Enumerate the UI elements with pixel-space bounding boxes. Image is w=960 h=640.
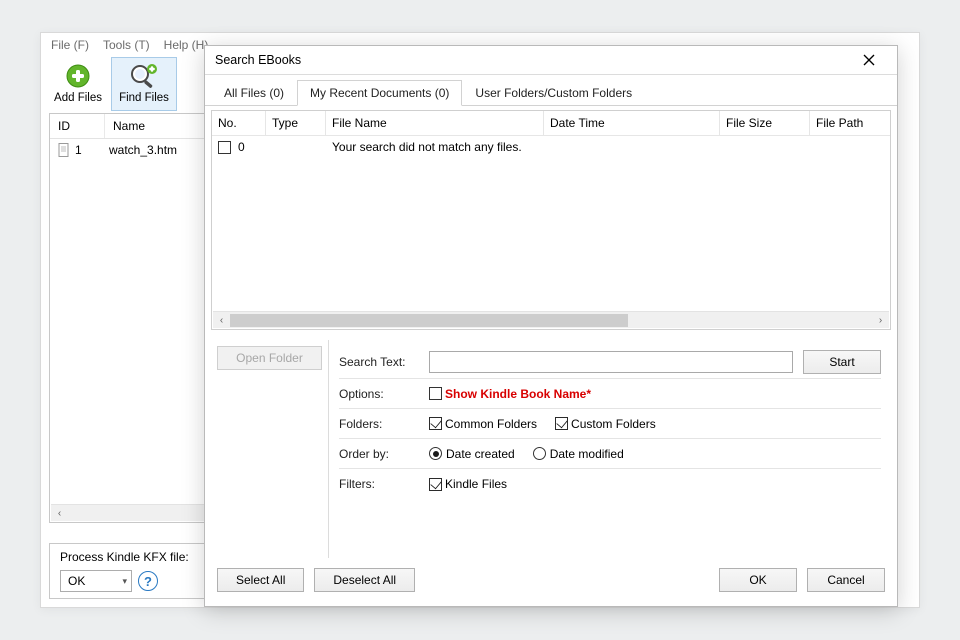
col-id[interactable]: ID [50,114,105,138]
results-table: No. Type File Name Date Time File Size F… [211,110,891,330]
options-row: Options: Show Kindle Book Name* [339,379,881,409]
search-label: Search Text: [339,355,429,369]
scroll-left-icon[interactable]: ‹ [213,312,230,329]
col-type[interactable]: Type [266,111,326,136]
cell-id: 1 [75,143,109,157]
results-message: Your search did not match any files. [326,136,726,158]
dialog-title: Search EBooks [215,53,301,67]
col-filename[interactable]: File Name [326,111,544,136]
cell-no: 0 [238,140,245,154]
scrollbar-thumb[interactable] [230,314,628,327]
col-no[interactable]: No. [212,111,266,136]
ok-button[interactable]: OK [719,568,797,592]
date-modified-label: Date modified [550,447,624,461]
find-files-label: Find Files [114,92,174,104]
custom-folders-label: Custom Folders [571,417,656,431]
start-button[interactable]: Start [803,350,881,374]
add-files-button[interactable]: Add Files [45,57,111,111]
close-button[interactable] [851,50,887,70]
tab-my-recent[interactable]: My Recent Documents (0) [297,80,462,106]
folders-label: Folders: [339,417,429,431]
tab-user-folders[interactable]: User Folders/Custom Folders [462,80,645,106]
dialog-buttons: Select All Deselect All OK Cancel [205,558,897,606]
help-button[interactable]: ? [138,571,158,591]
col-filepath[interactable]: File Path [810,111,890,136]
dialog-titlebar: Search EBooks [205,46,897,75]
results-scrollbar[interactable]: ‹ › [213,311,889,328]
common-folders-label: Common Folders [445,417,537,431]
document-icon [56,142,72,158]
search-ebooks-dialog: Search EBooks All Files (0) My Recent Do… [204,45,898,607]
show-kindle-label: Show Kindle Book Name* [445,387,591,401]
chevron-down-icon: ▾ [122,576,127,587]
date-created-option[interactable]: Date created [429,447,515,461]
filters-row: Filters: Kindle Files [339,469,881,499]
row-checkbox[interactable] [218,141,231,154]
date-modified-radio[interactable] [533,447,546,460]
kindle-files-checkbox[interactable] [429,478,442,491]
tabstrip: All Files (0) My Recent Documents (0) Us… [205,75,897,106]
folders-row: Folders: Common Folders Custom Folders [339,409,881,439]
results-row[interactable]: 0 Your search did not match any files. [212,136,890,158]
date-modified-option[interactable]: Date modified [533,447,624,461]
add-files-label: Add Files [48,92,108,104]
common-folders-checkbox[interactable] [429,417,442,430]
select-all-button[interactable]: Select All [217,568,304,592]
scroll-right-icon[interactable]: › [872,312,889,329]
date-created-radio[interactable] [429,447,442,460]
scroll-left-icon[interactable]: ‹ [51,505,68,522]
search-row: Search Text: Start [339,346,881,379]
custom-folders-checkbox[interactable] [555,417,568,430]
kfx-select-value: OK [68,574,85,588]
menu-file[interactable]: File (F) [45,35,95,55]
col-filesize[interactable]: File Size [720,111,810,136]
lower-section: Open Folder Search Text: Start Options: … [205,330,897,558]
find-files-button[interactable]: Find Files [111,57,177,111]
common-folders-option[interactable]: Common Folders [429,417,537,431]
deselect-all-button[interactable]: Deselect All [314,568,415,592]
tab-all-files[interactable]: All Files (0) [211,80,297,106]
orderby-label: Order by: [339,447,429,461]
custom-folders-option[interactable]: Custom Folders [555,417,656,431]
kindle-files-option[interactable]: Kindle Files [429,477,507,491]
kfx-select[interactable]: OK ▾ [60,570,132,592]
open-folder-button: Open Folder [217,346,322,370]
show-kindle-option[interactable]: Show Kindle Book Name* [429,387,591,401]
show-kindle-checkbox[interactable] [429,387,442,400]
add-files-icon [61,62,95,90]
menu-tools[interactable]: Tools (T) [97,35,156,55]
col-datetime[interactable]: Date Time [544,111,720,136]
search-input[interactable] [429,351,793,373]
close-icon [863,54,875,66]
results-header: No. Type File Name Date Time File Size F… [212,111,890,136]
kindle-files-label: Kindle Files [445,477,507,491]
cell-name: watch_3.htm [109,143,177,157]
find-files-icon [127,62,161,90]
cancel-button[interactable]: Cancel [807,568,885,592]
filters-label: Filters: [339,477,429,491]
orderby-row: Order by: Date created Date modified [339,439,881,469]
date-created-label: Date created [446,447,515,461]
options-label: Options: [339,387,429,401]
